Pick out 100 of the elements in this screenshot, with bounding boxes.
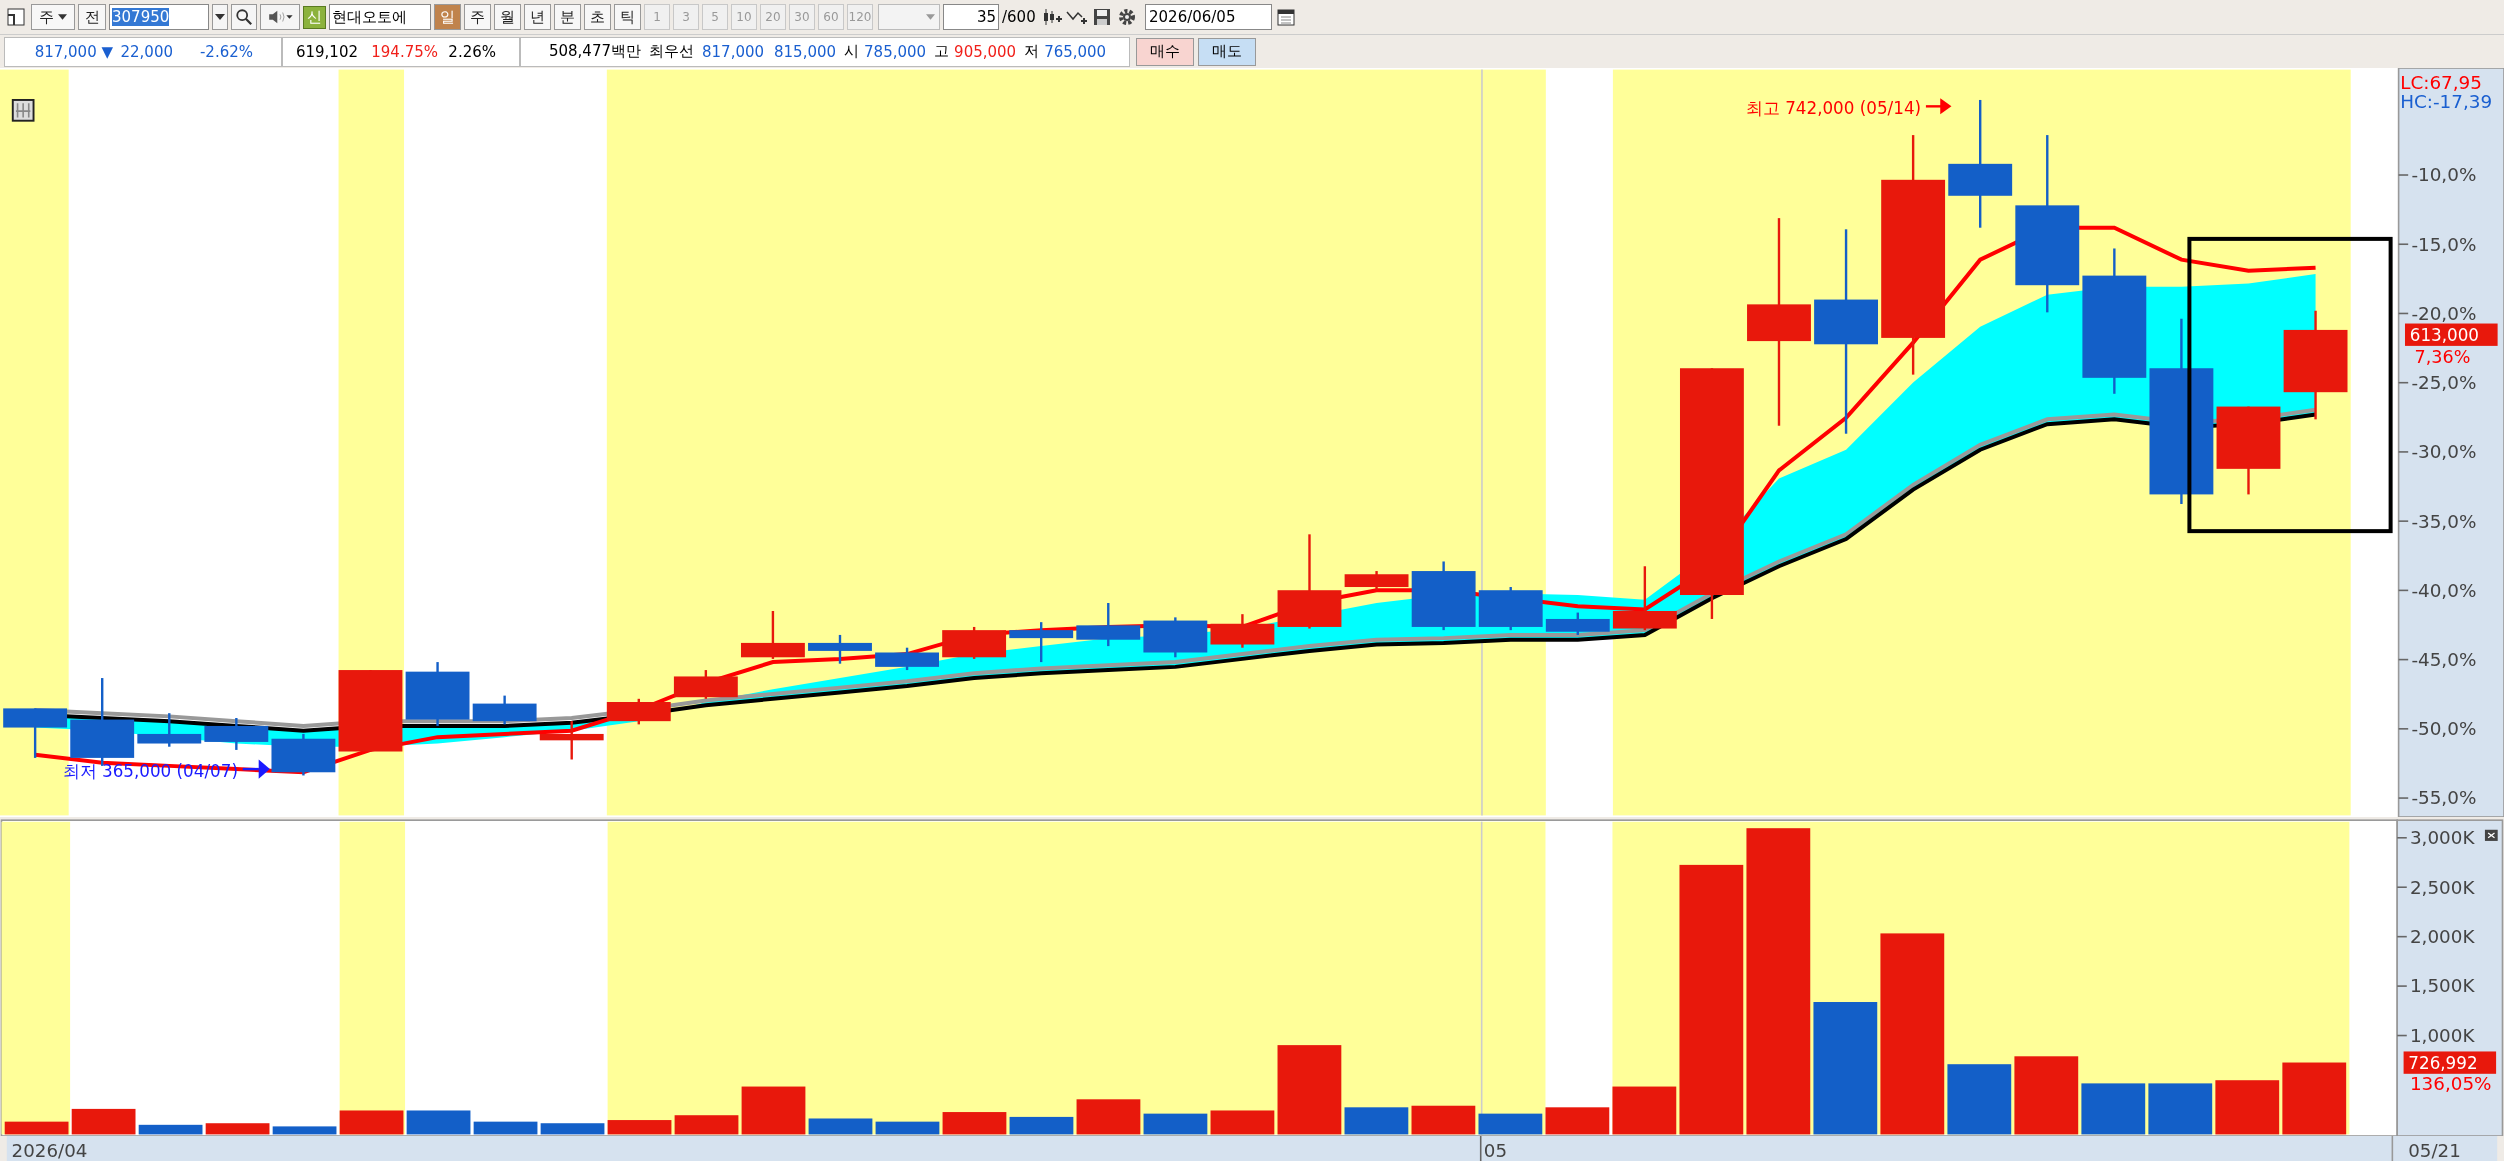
- caret-icon: [58, 14, 67, 20]
- date-label: 2026/04: [11, 1139, 88, 1161]
- trade-volume: 619,102: [294, 42, 358, 61]
- volume-bar: [2081, 1083, 2146, 1135]
- lc-value: LC:67,95: [2400, 71, 2482, 93]
- candlestick: [1076, 603, 1141, 647]
- close-icon[interactable]: [2484, 829, 2498, 841]
- high-price: 905,000: [954, 42, 1017, 61]
- volume-rate-label: 136,05%: [2409, 1072, 2492, 1094]
- low-price: 765,000: [1044, 42, 1107, 61]
- candlestick: [1143, 617, 1208, 658]
- best-quote-label: 최우선: [649, 42, 694, 61]
- period-tab[interactable]: 주: [464, 4, 491, 30]
- volume-bar: [1411, 1105, 1476, 1135]
- axis-label: 1,500K: [2409, 975, 2475, 997]
- volume-bar: [406, 1110, 471, 1135]
- candlestick: [1411, 561, 1476, 631]
- stock-name-field[interactable]: 현대오토에: [329, 4, 431, 30]
- dropdown-icon[interactable]: [212, 4, 228, 30]
- candlestick: [1545, 612, 1610, 635]
- stock-code-field[interactable]: 307950: [109, 4, 209, 30]
- current-price: 817,000 ▼: [33, 42, 113, 61]
- all-button[interactable]: 전: [78, 4, 106, 30]
- candlestick: [606, 698, 671, 725]
- axis-label: -55,0%: [2411, 787, 2477, 809]
- candlestick: [808, 634, 872, 664]
- period-tab[interactable]: 월: [494, 4, 521, 30]
- count-field[interactable]: 35: [943, 4, 999, 30]
- best-ask: 817,000: [702, 42, 765, 61]
- volume-bar: [1545, 1107, 1610, 1135]
- candlestick: [942, 626, 1007, 659]
- speaker-icon[interactable]: [260, 4, 300, 30]
- period-tab[interactable]: 분: [554, 4, 581, 30]
- axis-label: -35,0%: [2411, 510, 2477, 532]
- candlestick: [3, 708, 68, 758]
- current-rate-label: 7,36%: [2414, 347, 2471, 368]
- candlestick: [204, 717, 269, 750]
- open-price: 785,000: [864, 42, 927, 61]
- volume-bar: [808, 1118, 873, 1135]
- volume-bar: [272, 1126, 337, 1135]
- candlestick: [539, 721, 604, 760]
- candlestick: [271, 733, 336, 776]
- volume-bar: [1210, 1110, 1275, 1135]
- volume-bar: [339, 1110, 404, 1135]
- candlestick: [1478, 587, 1543, 631]
- volume-bar: [1612, 1086, 1677, 1135]
- trade-amount: 508,477백만: [547, 42, 641, 61]
- open-label: 시: [844, 42, 860, 61]
- axis-label: 2,500K: [2409, 876, 2475, 898]
- axis-label: -45,0%: [2411, 649, 2477, 670]
- candlestick: [1612, 566, 1677, 631]
- candlestick: [1344, 571, 1409, 591]
- axis-label: -50,0%: [2411, 718, 2477, 740]
- grid-icon[interactable]: [11, 99, 35, 122]
- turnover-rate: 2.26%: [447, 42, 496, 61]
- arrow-icon: [1925, 98, 1952, 115]
- axis-label: 3,000K: [2409, 827, 2475, 849]
- search-icon[interactable]: [231, 4, 257, 30]
- volume-bar: [674, 1115, 739, 1135]
- window-icon[interactable]: [4, 5, 28, 29]
- period-tab[interactable]: 초: [584, 4, 611, 30]
- new-badge: 신: [303, 5, 326, 29]
- volume-bar: [205, 1123, 270, 1135]
- candlestick: [875, 647, 939, 671]
- low-label: 저: [1024, 42, 1040, 61]
- candlestick: [741, 611, 805, 659]
- current-volume-label: 726,992: [2403, 1051, 2497, 1074]
- candlestick: [137, 713, 202, 747]
- change-rate: -2.62%: [198, 42, 253, 61]
- volume-bar: [2215, 1080, 2280, 1135]
- period-type-dropdown[interactable]: 주: [31, 4, 75, 30]
- buy-button[interactable]: 매수: [1136, 37, 1194, 66]
- volume-bar: [1478, 1113, 1543, 1135]
- date-field[interactable]: 2026/06/05: [1145, 4, 1272, 30]
- candlestick: [405, 662, 470, 726]
- volume-bar: [1344, 1107, 1409, 1135]
- period-tab[interactable]: 년: [524, 4, 551, 30]
- candlestick: [472, 695, 537, 725]
- sell-button[interactable]: 매도: [1198, 37, 1256, 66]
- volume-bar: [1947, 1064, 2012, 1135]
- volume-bar: [540, 1123, 605, 1135]
- candlestick: [673, 670, 738, 699]
- candlestick: [1210, 614, 1275, 648]
- volume-bar: [741, 1086, 806, 1135]
- axis-label: -25,0%: [2411, 372, 2477, 394]
- volume-bar: [2148, 1083, 2213, 1135]
- hc-value: HC:-17,39: [2400, 90, 2493, 112]
- axis-label: -40,0%: [2411, 579, 2477, 601]
- caret-icon: [926, 14, 935, 20]
- arrow-icon: [242, 759, 270, 779]
- price-change: 22,000: [119, 42, 173, 61]
- period-tab[interactable]: 틱: [614, 4, 641, 30]
- axis-label: -30,0%: [2411, 441, 2477, 463]
- high-price-note: 최고 742,000 (05/14): [1745, 98, 1922, 119]
- volume-rate: 194.75%: [370, 42, 438, 61]
- max-count: /600: [1002, 8, 1037, 26]
- high-label: 고: [934, 42, 950, 61]
- candlestick: [1009, 622, 1074, 663]
- volume-bar: [138, 1124, 203, 1135]
- volume-bar: [942, 1112, 1007, 1135]
